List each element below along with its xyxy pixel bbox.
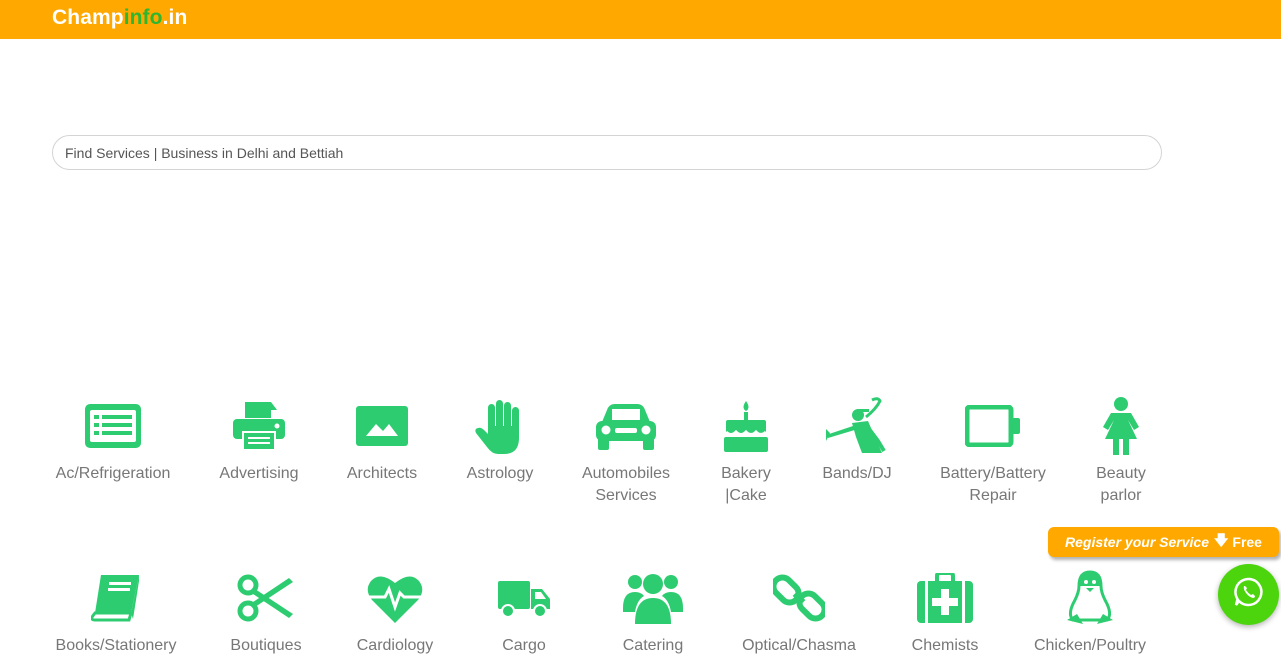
category-architects[interactable]: Architects bbox=[332, 394, 432, 485]
category-battery-repair[interactable]: Battery/Battery Repair bbox=[934, 394, 1052, 507]
logo-part-domain: .in bbox=[162, 6, 188, 29]
scissors-icon bbox=[234, 566, 298, 630]
category-label: Automobiles Services bbox=[581, 465, 671, 504]
category-advertising[interactable]: Advertising bbox=[208, 394, 310, 485]
book-icon bbox=[84, 566, 148, 630]
register-service-button[interactable]: Register your Service 🡇 Free bbox=[1048, 527, 1279, 557]
category-cardiology[interactable]: Cardiology bbox=[346, 566, 444, 657]
category-boutiques[interactable]: Boutiques bbox=[218, 566, 314, 657]
category-label: Books/Stationery bbox=[55, 637, 177, 654]
category-beauty-parlor[interactable]: Beauty parlor bbox=[1078, 394, 1164, 507]
trumpet-player-icon bbox=[825, 394, 889, 458]
category-label: Bakery |Cake bbox=[721, 465, 771, 504]
image-icon bbox=[350, 394, 414, 458]
category-label: Astrology bbox=[466, 465, 534, 482]
category-label: Boutiques bbox=[230, 637, 302, 654]
top-header-bar: Champinfo.in bbox=[0, 0, 1281, 39]
category-bands-dj[interactable]: Bands/DJ bbox=[812, 394, 902, 485]
category-label: Battery/Battery Repair bbox=[940, 465, 1046, 504]
category-label: Chicken/Poultry bbox=[1033, 637, 1147, 654]
category-cargo[interactable]: Cargo bbox=[480, 566, 568, 657]
category-books-stationery[interactable]: Books/Stationery bbox=[52, 566, 180, 657]
category-label: Architects bbox=[346, 465, 418, 482]
medkit-icon bbox=[913, 566, 977, 630]
free-label: Free bbox=[1232, 534, 1262, 550]
register-label: Register your Service bbox=[1065, 534, 1209, 550]
arrow-down-icon: 🡇 bbox=[1213, 532, 1229, 548]
logo-part-info: info bbox=[123, 6, 163, 29]
printer-icon bbox=[227, 394, 291, 458]
category-label: Bands/DJ bbox=[822, 465, 892, 482]
category-chemists[interactable]: Chemists bbox=[900, 566, 990, 657]
birthday-cake-icon bbox=[714, 394, 778, 458]
truck-icon bbox=[492, 566, 556, 630]
female-icon bbox=[1089, 394, 1153, 458]
category-catering[interactable]: Catering bbox=[608, 566, 698, 657]
category-label: Advertising bbox=[219, 465, 299, 482]
category-chicken-poultry[interactable]: Chicken/Poultry bbox=[1030, 566, 1150, 657]
heartbeat-icon bbox=[363, 566, 427, 630]
battery-icon bbox=[961, 394, 1025, 458]
category-automobiles-services[interactable]: Automobiles Services bbox=[572, 394, 680, 507]
category-label: Beauty parlor bbox=[1096, 465, 1146, 504]
whatsapp-icon bbox=[1233, 577, 1264, 612]
category-label: Optical/Chasma bbox=[742, 637, 856, 654]
group-icon bbox=[621, 566, 685, 630]
whatsapp-button[interactable] bbox=[1218, 564, 1279, 625]
category-label: Cargo bbox=[502, 637, 546, 654]
logo-part-champ: Champ bbox=[52, 6, 124, 29]
search-input[interactable] bbox=[52, 135, 1162, 170]
category-label: Ac/Refrigeration bbox=[55, 465, 171, 482]
category-ac-refrigeration[interactable]: Ac/Refrigeration bbox=[52, 394, 174, 485]
category-optical-chasma[interactable]: Optical/Chasma bbox=[738, 566, 860, 657]
list-alt-icon bbox=[81, 394, 145, 458]
category-label: Catering bbox=[622, 637, 684, 654]
hand-icon bbox=[468, 394, 532, 458]
category-bakery-cake[interactable]: Bakery |Cake bbox=[706, 394, 786, 507]
chain-link-icon bbox=[767, 566, 831, 630]
category-label: Chemists bbox=[911, 637, 979, 654]
category-astrology[interactable]: Astrology bbox=[454, 394, 546, 485]
car-icon bbox=[594, 394, 658, 458]
category-label: Cardiology bbox=[356, 637, 434, 654]
penguin-icon bbox=[1058, 566, 1122, 630]
site-logo[interactable]: Champinfo.in bbox=[52, 6, 187, 30]
